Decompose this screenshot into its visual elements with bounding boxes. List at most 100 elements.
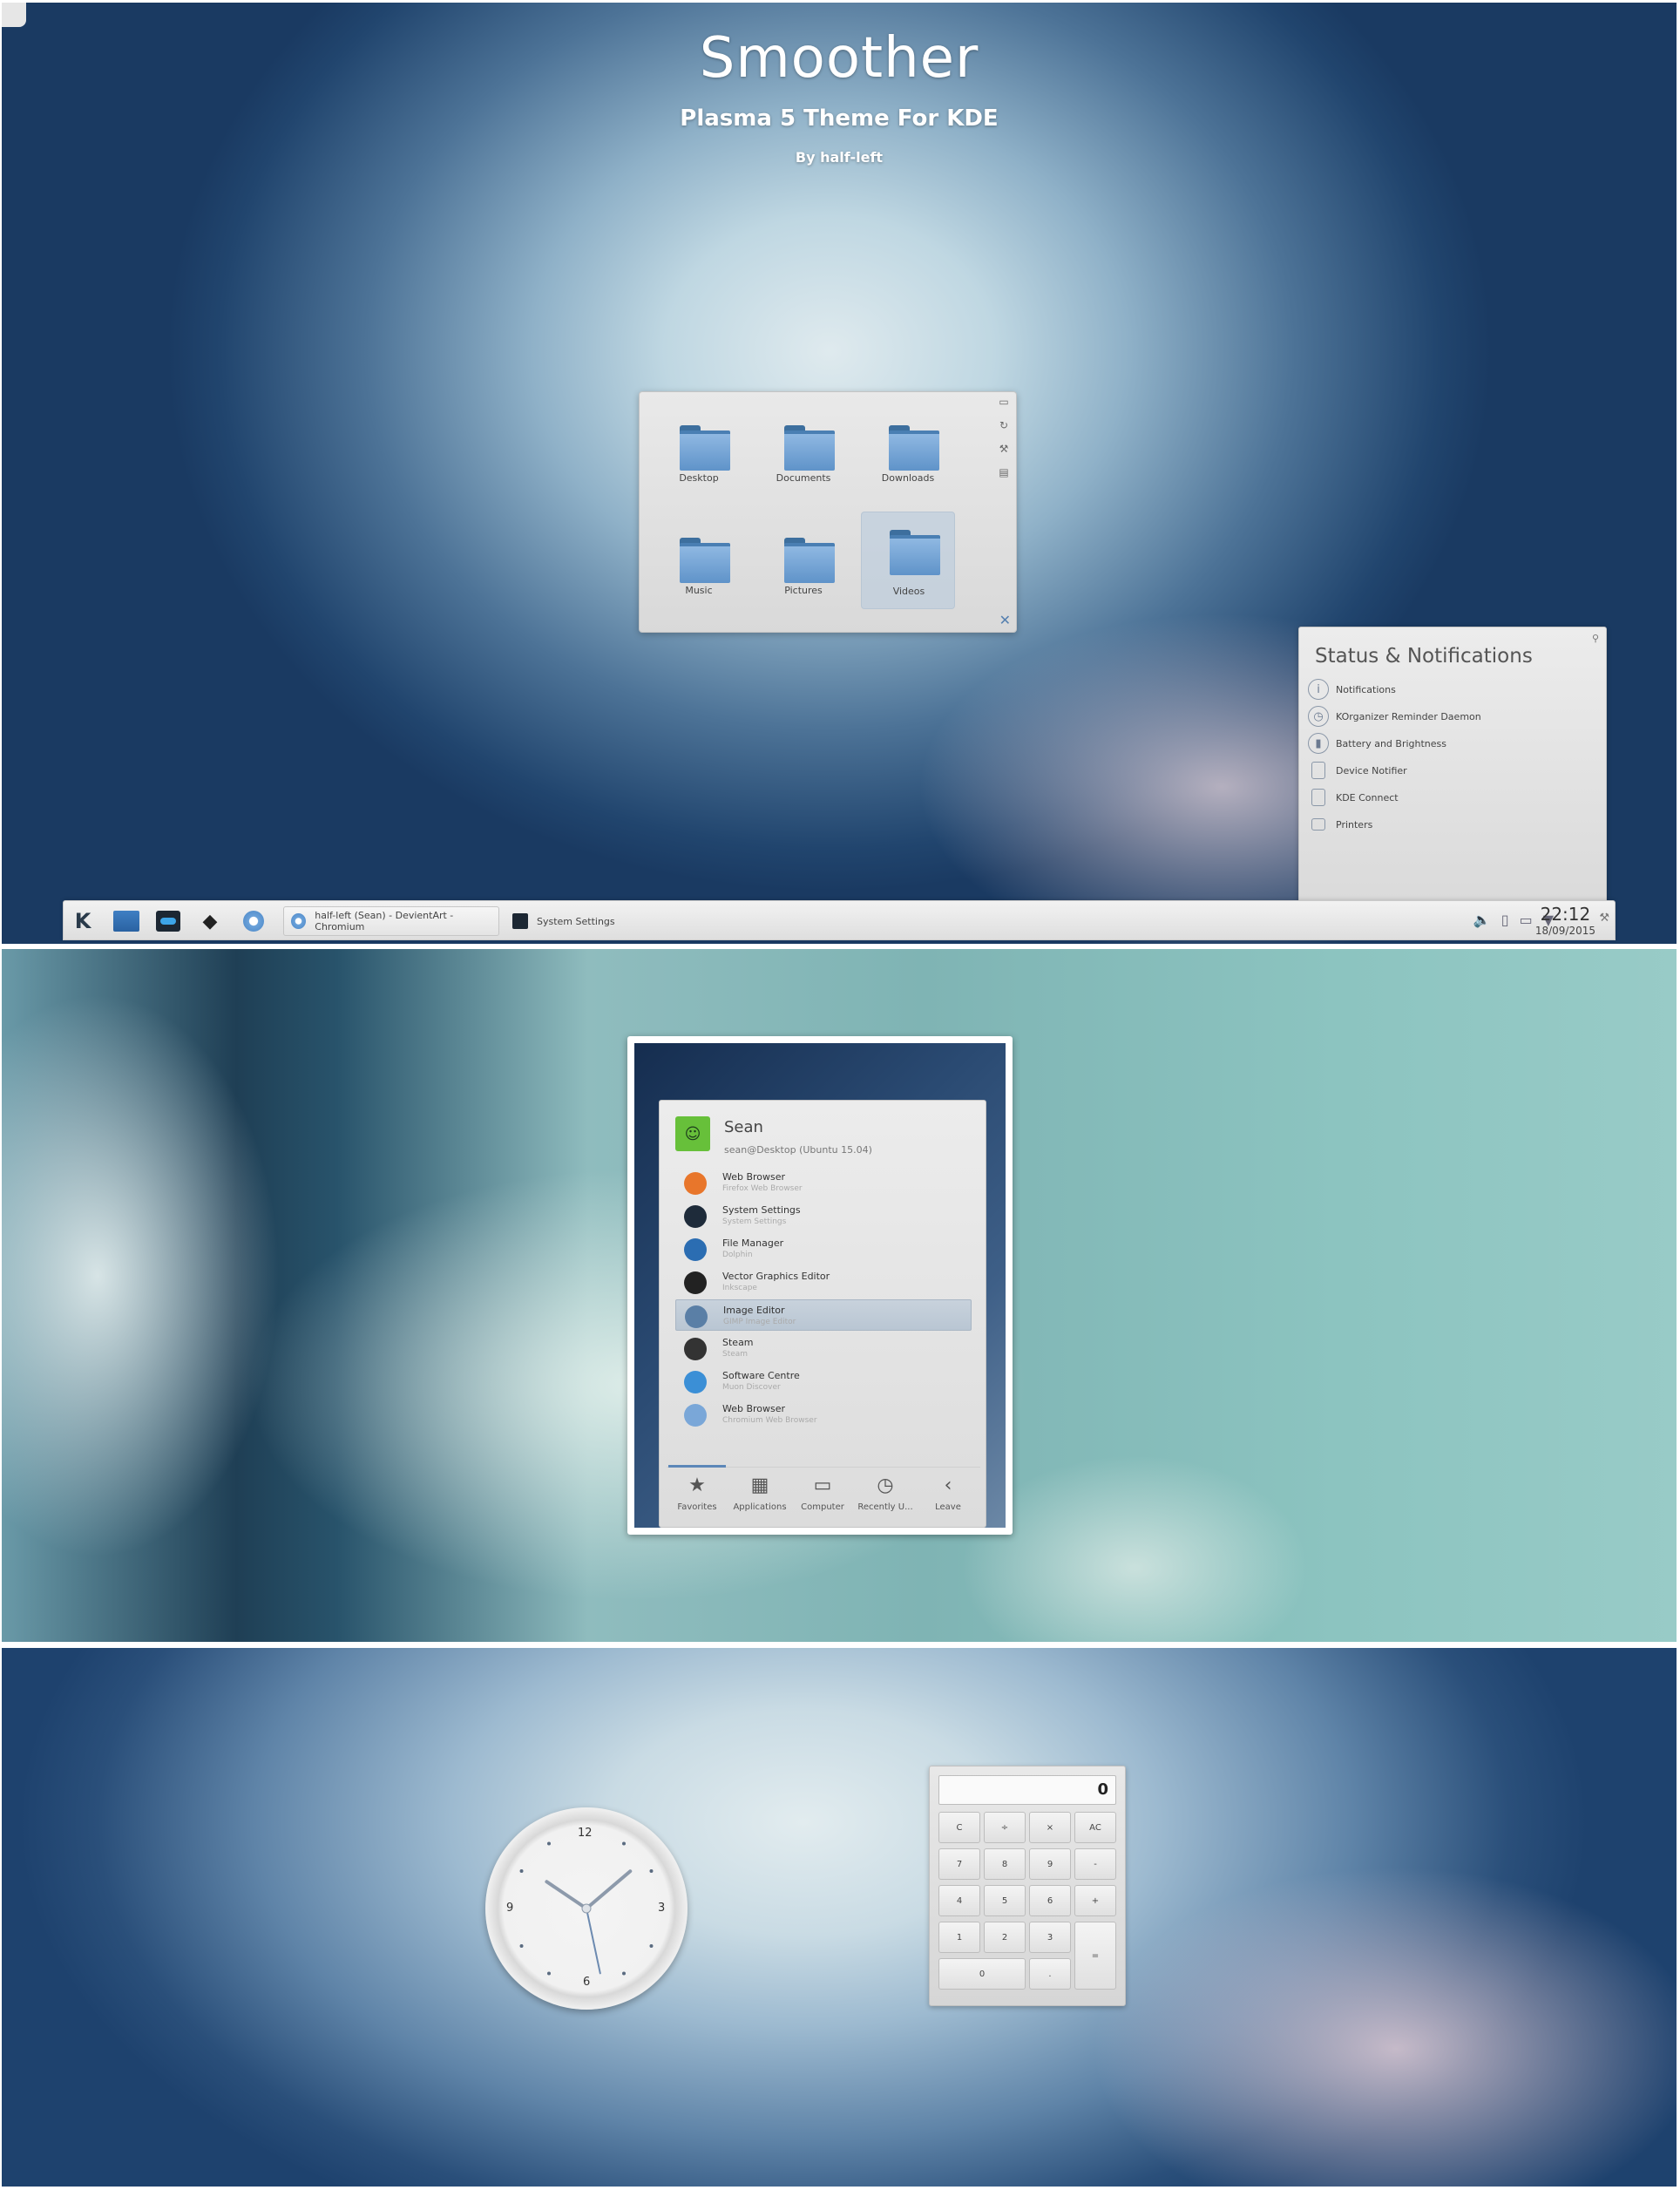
calc-button-5[interactable]: 5 bbox=[984, 1885, 1026, 1916]
folder-icon bbox=[889, 425, 939, 471]
analog-clock-widget[interactable]: 12 3 6 9 bbox=[485, 1807, 688, 2010]
kickoff-item[interactable]: System Settings System Settings bbox=[675, 1200, 972, 1231]
folder-pictures[interactable]: Pictures bbox=[756, 517, 850, 609]
kickoff-item[interactable]: Steam Steam bbox=[675, 1332, 972, 1364]
calc-button-plus[interactable]: + bbox=[1074, 1885, 1116, 1916]
folder-label: Music bbox=[685, 585, 713, 596]
folder-icon bbox=[680, 538, 730, 583]
folder-label: Videos bbox=[892, 586, 925, 597]
clock-tick bbox=[622, 1971, 626, 1976]
wrench-icon[interactable]: ⚒ bbox=[997, 443, 1011, 466]
folder-label: Pictures bbox=[784, 585, 823, 596]
clock-tick bbox=[649, 1869, 654, 1873]
sn-item-printers[interactable]: Printers bbox=[1308, 813, 1372, 836]
clock-date: 18/09/2015 bbox=[1534, 925, 1595, 937]
desktop-toolbox-button[interactable] bbox=[2, 3, 26, 27]
tab-recently-used[interactable]: ◷ Recently U... bbox=[855, 1475, 916, 1512]
kickoff-item[interactable]: File Manager Dolphin bbox=[675, 1233, 972, 1265]
calc-button-1[interactable]: 1 bbox=[938, 1922, 980, 1953]
kickoff-item-subtitle: Dolphin bbox=[722, 1251, 753, 1259]
desktop-panel-bottom: 12 3 6 9 0 C ÷ × AC 7 8 9 - 4 5 6 + 1 2 … bbox=[2, 1648, 1677, 2187]
settings-icon[interactable]: ▤ bbox=[997, 466, 1011, 490]
panel-wrench-icon[interactable]: ⚒ bbox=[1599, 912, 1609, 925]
sn-item-battery[interactable]: ▮ Battery and Brightness bbox=[1308, 732, 1446, 755]
avatar[interactable]: ☺ bbox=[675, 1116, 710, 1151]
monitor-icon: ▭ bbox=[813, 1475, 832, 1496]
leave-icon: ‹ bbox=[944, 1475, 952, 1496]
printer-icon bbox=[1311, 818, 1325, 831]
tab-computer[interactable]: ▭ Computer bbox=[792, 1475, 853, 1512]
folder-icon bbox=[890, 530, 940, 575]
kickoff-item[interactable]: Software Centre Muon Discover bbox=[675, 1366, 972, 1397]
folder-downloads[interactable]: Downloads bbox=[861, 404, 955, 497]
settings-toggle-icon bbox=[512, 913, 528, 929]
kickoff-item-title: Vector Graphics Editor bbox=[722, 1271, 830, 1282]
calc-button-all-clear[interactable]: AC bbox=[1074, 1812, 1116, 1843]
history-icon: ◷ bbox=[877, 1475, 894, 1496]
close-icon[interactable]: ✕ bbox=[999, 612, 1011, 628]
folder-icon bbox=[784, 538, 835, 583]
calculator-display: 0 bbox=[938, 1775, 1116, 1805]
clock-numeral-9: 9 bbox=[506, 1902, 514, 1915]
calc-button-minus[interactable]: - bbox=[1074, 1848, 1116, 1880]
tab-applications[interactable]: ▦ Applications bbox=[729, 1475, 790, 1512]
calc-button-0[interactable]: 0 bbox=[938, 1958, 1026, 1990]
wallpaper-bokeh bbox=[2, 993, 281, 1559]
calc-button-7[interactable]: 7 bbox=[938, 1848, 980, 1880]
mail-icon[interactable] bbox=[112, 907, 140, 935]
clock-tick bbox=[547, 1971, 551, 1976]
folder-videos[interactable]: Videos bbox=[861, 512, 955, 609]
calc-button-9[interactable]: 9 bbox=[1029, 1848, 1071, 1880]
settings-toggle-icon[interactable] bbox=[154, 907, 182, 935]
calc-button-8[interactable]: 8 bbox=[984, 1848, 1026, 1880]
tab-favorites[interactable]: ★ Favorites bbox=[667, 1475, 728, 1512]
calc-button-multiply[interactable]: × bbox=[1029, 1812, 1071, 1843]
app-icon bbox=[684, 1172, 707, 1195]
folder-icon bbox=[680, 425, 730, 471]
folder-music[interactable]: Music bbox=[652, 517, 746, 609]
app-icon bbox=[684, 1371, 707, 1393]
refresh-icon[interactable]: ↻ bbox=[997, 419, 1011, 443]
kickoff-item[interactable]: Web Browser Firefox Web Browser bbox=[675, 1167, 972, 1198]
author-credit: By half-left bbox=[795, 149, 884, 166]
kickoff-item-title: Steam bbox=[722, 1337, 754, 1348]
volume-icon[interactable]: 🔈 bbox=[1473, 912, 1491, 928]
task-system-settings[interactable]: System Settings bbox=[505, 906, 722, 936]
calc-button-equals[interactable]: = bbox=[1074, 1922, 1116, 1990]
calc-button-divide[interactable]: ÷ bbox=[984, 1812, 1026, 1843]
device-icon bbox=[1311, 762, 1325, 779]
chromium-icon[interactable] bbox=[240, 907, 268, 935]
digital-clock[interactable]: 22:12 18/09/2015 bbox=[1535, 904, 1595, 937]
tab-leave[interactable]: ‹ Leave bbox=[918, 1475, 979, 1512]
calc-button-clear[interactable]: C bbox=[938, 1812, 980, 1843]
kickoff-item[interactable]: Image Editor GIMP Image Editor bbox=[675, 1299, 972, 1331]
network-icon[interactable]: ▭ bbox=[1520, 912, 1533, 928]
sn-item-device-notifier[interactable]: Device Notifier bbox=[1308, 759, 1407, 782]
calc-button-2[interactable]: 2 bbox=[984, 1922, 1026, 1953]
window-icon[interactable]: ▭ bbox=[997, 396, 1011, 419]
task-chromium[interactable]: half-left (Sean) - DevientArt - Chromium bbox=[283, 906, 499, 936]
pin-icon[interactable]: ⚲ bbox=[1592, 633, 1599, 644]
sn-item-korganizer[interactable]: ◷ KOrganizer Reminder Daemon bbox=[1308, 705, 1481, 728]
folder-documents[interactable]: Documents bbox=[756, 404, 850, 497]
sn-item-kde-connect[interactable]: KDE Connect bbox=[1308, 786, 1399, 809]
kickoff-item[interactable]: Web Browser Chromium Web Browser bbox=[675, 1399, 972, 1430]
kde-launcher-icon[interactable]: K bbox=[69, 907, 97, 935]
calc-button-3[interactable]: 3 bbox=[1029, 1922, 1071, 1953]
sn-item-notifications[interactable]: i Notifications bbox=[1308, 678, 1396, 701]
clock-numeral-6: 6 bbox=[583, 1976, 591, 1989]
clock-icon: ◷ bbox=[1308, 706, 1329, 727]
info-icon: i bbox=[1308, 679, 1329, 700]
phone-icon bbox=[1311, 789, 1325, 806]
app-icon bbox=[684, 1271, 707, 1294]
calc-button-decimal[interactable]: . bbox=[1029, 1958, 1071, 1990]
popup-title: Status & Notifications bbox=[1315, 645, 1533, 668]
clock-numeral-3: 3 bbox=[658, 1902, 666, 1915]
battery-icon[interactable]: ▯ bbox=[1501, 912, 1509, 928]
folder-desktop[interactable]: Desktop bbox=[652, 404, 746, 497]
kickoff-item[interactable]: Vector Graphics Editor Inkscape bbox=[675, 1266, 972, 1298]
inkscape-icon[interactable]: ◆ bbox=[196, 907, 224, 935]
calc-button-4[interactable]: 4 bbox=[938, 1885, 980, 1916]
calc-button-6[interactable]: 6 bbox=[1029, 1885, 1071, 1916]
clock-tick bbox=[622, 1841, 626, 1846]
